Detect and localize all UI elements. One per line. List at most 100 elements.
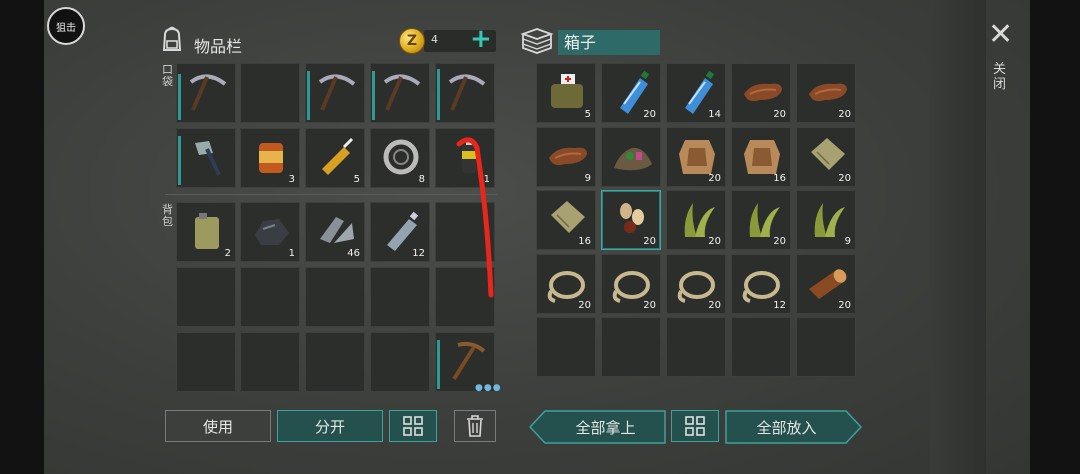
grid-sort-icon (685, 416, 705, 436)
pocket-slot-pickaxe[interactable] (435, 63, 495, 123)
item-count: 20 (773, 236, 786, 247)
pocket-slot-pickaxe[interactable] (176, 63, 236, 123)
snipe-button[interactable]: 狙击 (47, 7, 85, 45)
chest-slot-animal-hide[interactable]: 16 (731, 127, 791, 187)
coin-count: 4 (431, 33, 438, 46)
pickaxe-icon (383, 74, 421, 111)
chest-slot-cloth[interactable]: 20 (796, 127, 856, 187)
chest-slot-garbage-pile[interactable] (601, 127, 661, 187)
chest-slot-plant-fiber[interactable]: 20 (666, 190, 726, 250)
chest-slot-leather[interactable]: 9 (536, 127, 596, 187)
backpack-slot-coal[interactable]: 1 (240, 202, 300, 262)
put-all-label: 全部放入 (756, 418, 817, 437)
chest-slot-empty[interactable] (666, 317, 726, 377)
pocket-slot-pickaxe[interactable] (370, 63, 430, 123)
backpack-slot-plastic-bottle[interactable]: 12 (370, 202, 430, 262)
backpack-slot-jerrycan[interactable]: 2 (176, 202, 236, 262)
item-count: 16 (578, 236, 591, 247)
pocket-slot-empty[interactable] (240, 63, 300, 123)
item-count: 12 (773, 300, 786, 311)
chest-slot-cloth[interactable]: 16 (536, 190, 596, 250)
chest-slot-rope[interactable]: 12 (731, 254, 791, 314)
use-button[interactable]: 使用 (165, 410, 271, 442)
chest-slot-plant-fiber[interactable]: 20 (731, 190, 791, 250)
pocket-slot-bearing[interactable]: 8 (370, 128, 430, 188)
chest-slot-empty[interactable] (796, 317, 856, 377)
item-count: 20 (643, 109, 656, 120)
trash-icon (467, 415, 483, 437)
chest-slot-rope[interactable]: 20 (536, 254, 596, 314)
take-all-label: 全部拿上 (575, 418, 636, 437)
chest-slot-water-bottle[interactable]: 20 (601, 63, 661, 123)
chest-slot-empty[interactable] (731, 317, 791, 377)
backpack-slot-empty[interactable] (305, 267, 365, 327)
chest-slot-rope[interactable]: 20 (601, 254, 661, 314)
rope-icon (612, 271, 650, 303)
item-count: 2 (224, 248, 231, 259)
durability-bar (437, 340, 440, 389)
chest-slot-log[interactable]: 20 (796, 254, 856, 314)
item-count: 9 (844, 236, 851, 247)
item-count: 20 (838, 173, 851, 184)
add-coins-button[interactable]: + (470, 26, 492, 52)
plant-fiber-icon (684, 203, 715, 237)
pocket-slot-hatchet[interactable] (176, 128, 236, 188)
chest-slot-first-aid-bag[interactable]: 5 (536, 63, 596, 123)
sort-chest-button[interactable] (671, 410, 719, 442)
leather-icon (744, 83, 782, 102)
chest-slot-seeds[interactable]: 20 (601, 190, 661, 250)
backpack-slot-empty[interactable] (370, 267, 430, 327)
garbage-pile-icon (614, 147, 652, 171)
item-count: 1 (288, 248, 295, 259)
chest-icon (520, 28, 554, 54)
trash-button[interactable] (454, 410, 496, 442)
pickaxe-icon (448, 74, 486, 111)
item-count: 20 (838, 300, 851, 311)
backpack-slot-empty[interactable] (176, 267, 236, 327)
screen-edge (1030, 0, 1080, 474)
chest-slot-empty[interactable] (536, 317, 596, 377)
pocket-slot-pickaxe[interactable] (305, 63, 365, 123)
plastic-bottle-icon (387, 211, 419, 251)
backpack-label: 背包 (162, 203, 173, 228)
chest-slot-plant-fiber[interactable]: 9 (796, 190, 856, 250)
backpack-slot-scrap-metal[interactable]: 46 (305, 202, 365, 262)
sort-inventory-button[interactable] (389, 410, 437, 442)
backpack-slot-empty[interactable] (370, 332, 430, 392)
chest-slot-water-bottle[interactable]: 14 (666, 63, 726, 123)
water-bottle-icon (620, 70, 650, 114)
backpack-slot-empty[interactable] (305, 332, 365, 392)
chest-name-field[interactable]: 箱子 (558, 30, 660, 55)
chest-slot-leather[interactable]: 20 (796, 63, 856, 123)
pocket-slot-canned-food[interactable]: 3 (240, 128, 300, 188)
item-count: 16 (773, 173, 786, 184)
pocket-slot-glue[interactable]: 5 (305, 128, 365, 188)
chest-slot-empty[interactable] (601, 317, 661, 377)
item-count: 20 (578, 300, 591, 311)
pocket-backpack-divider (165, 194, 497, 195)
leather-icon (549, 147, 587, 166)
item-count: 5 (353, 174, 360, 185)
item-count: 46 (347, 248, 360, 259)
chest-slot-leather[interactable]: 20 (731, 63, 791, 123)
item-count: 20 (643, 300, 656, 311)
backpack-slot-empty[interactable] (240, 267, 300, 327)
close-label[interactable]: 关闭 (993, 62, 1007, 92)
split-button[interactable]: 分开 (277, 410, 383, 442)
item-count: 8 (418, 174, 425, 185)
rope-icon (547, 271, 585, 303)
backpack-slot-empty[interactable] (176, 332, 236, 392)
item-count: 9 (584, 173, 591, 184)
close-icon[interactable]: ✕ (988, 20, 1013, 50)
backpack-slot-empty[interactable] (240, 332, 300, 392)
more-dots: ●●● (475, 383, 502, 393)
durability-bar (372, 71, 375, 120)
durability-bar (437, 68, 440, 120)
item-count: 5 (584, 109, 591, 120)
chest-slot-rope[interactable]: 20 (666, 254, 726, 314)
cloth-icon (811, 138, 845, 170)
log-icon (809, 269, 847, 299)
item-count: 3 (288, 174, 295, 185)
chest-slot-animal-hide[interactable]: 20 (666, 127, 726, 187)
item-count: 14 (708, 109, 721, 120)
